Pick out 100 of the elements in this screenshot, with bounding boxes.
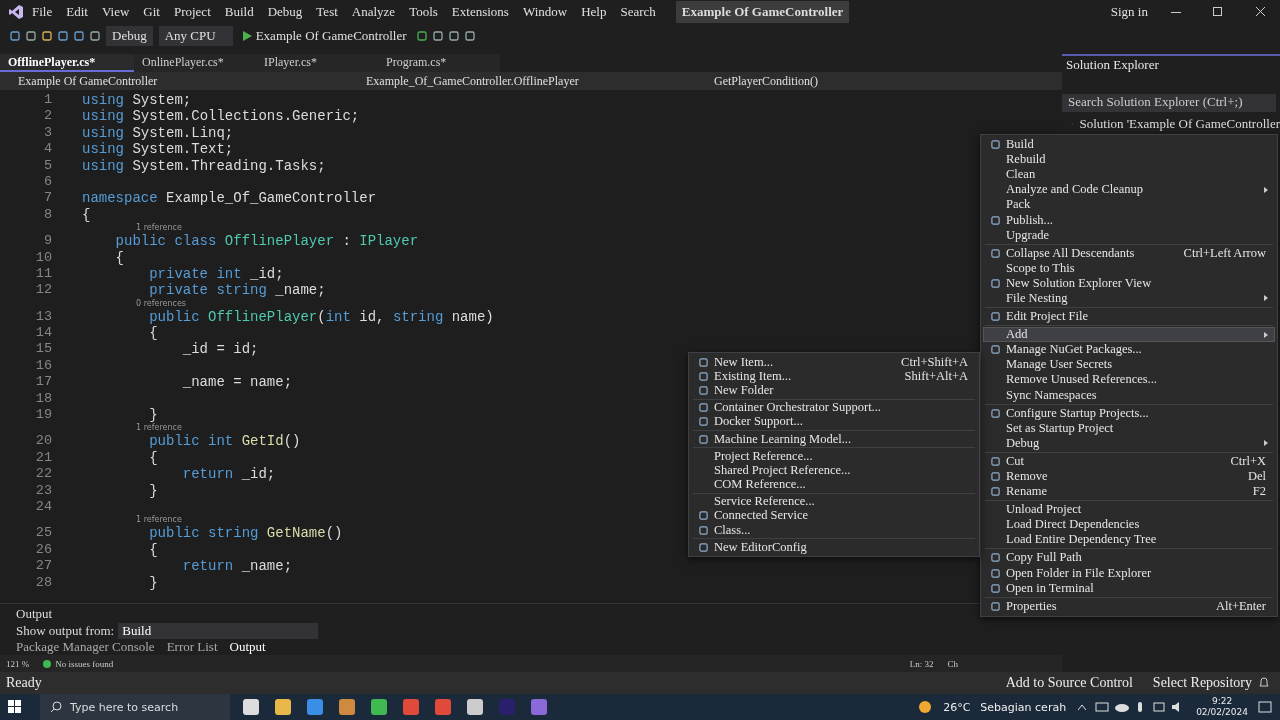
line-number: 23 (34, 482, 53, 499)
menu-item[interactable]: Open Folder in File Explorer (983, 565, 1275, 581)
menu-item[interactable]: Build (983, 137, 1275, 153)
clock[interactable]: 9:22 02/02/2024 (1196, 696, 1248, 718)
menu-item[interactable]: File Nesting (983, 290, 1275, 307)
menu-item[interactable]: View (95, 2, 136, 22)
editor-tab[interactable]: IPlayer.cs* (256, 54, 378, 72)
menu-item[interactable]: Shared Project Reference... (691, 463, 977, 478)
tree-item[interactable]: Solution 'Example Of GameController (1062, 114, 1280, 132)
menu-item[interactable]: New Folder (691, 383, 977, 398)
menu-item[interactable]: Set as Startup Project (983, 420, 1275, 436)
menu-item[interactable]: Unload Project (983, 502, 1275, 518)
start-button[interactable]: Example Of GameController (238, 26, 411, 46)
menu-item[interactable]: New Item... Ctrl+Shift+A (691, 355, 977, 370)
panel-tab[interactable]: Package Manager Console (12, 639, 159, 655)
menu-item[interactable]: Project (167, 2, 217, 22)
code-line: public string GetName() (148, 525, 343, 542)
menu-item[interactable]: Configure Startup Projects... (983, 405, 1275, 421)
menu-item[interactable]: Remove Unused References... (983, 372, 1275, 388)
code-line: using System; (81, 92, 192, 109)
menu-item[interactable]: Publish... (983, 212, 1275, 228)
bell-icon[interactable] (1258, 677, 1270, 689)
menu-item[interactable]: Window (516, 2, 574, 22)
panel-tab[interactable]: Error List (162, 639, 222, 655)
taskbar-app-icon[interactable] (240, 698, 262, 716)
menu-item[interactable]: Class... (691, 523, 977, 538)
menu-item[interactable]: Manage User Secrets (983, 357, 1275, 373)
menu-item[interactable]: Collapse All Descendants Ctrl+Left Arrow (983, 245, 1275, 261)
menu-item[interactable]: Git (137, 2, 166, 22)
taskbar-app-icon[interactable] (272, 698, 294, 716)
project-dropdown[interactable]: Example Of GameController (0, 73, 350, 89)
menu-item[interactable]: Project Reference... (691, 449, 977, 464)
menu-item[interactable]: Scope to This (983, 260, 1275, 276)
source-control-button[interactable]: Add to Source Control (1005, 675, 1133, 691)
code-line: _name = name; (181, 374, 293, 391)
type-dropdown[interactable]: Example_Of_GameController.OfflinePlayer (350, 73, 690, 89)
output-source-dropdown[interactable]: Build (118, 623, 319, 639)
menu-item[interactable]: Cut Ctrl+X (983, 453, 1275, 469)
issues-status[interactable]: No issues found (43, 658, 114, 669)
menu-item[interactable]: Analyze (345, 2, 402, 22)
menu-item[interactable]: Manage NuGet Packages... (983, 342, 1275, 358)
line-number: 5 (42, 157, 53, 174)
menu-item[interactable]: Analyze and Code Cleanup (983, 182, 1275, 198)
search-button[interactable]: Search (614, 2, 662, 22)
menu-item[interactable]: Load Direct Dependencies (983, 517, 1275, 533)
menu-item[interactable]: New EditorConfig (691, 540, 977, 555)
menu-item[interactable]: New Solution Explorer View (983, 275, 1275, 291)
menu-item[interactable]: Help (575, 2, 613, 22)
repository-button[interactable]: Select Repository (1152, 675, 1252, 691)
editor-tab[interactable]: OfflinePlayer.cs* (0, 54, 134, 72)
sign-in-link[interactable]: Sign in (1104, 2, 1154, 22)
configuration-dropdown[interactable]: Debug (106, 26, 153, 46)
menu-item[interactable]: Remove Del (983, 468, 1275, 485)
weather-text: Sebagian cerah (980, 700, 1067, 714)
play-icon (242, 31, 252, 41)
taskbar-app-icon[interactable] (304, 698, 326, 716)
search-field[interactable]: Search Solution Explorer (Ctrl+;) (1062, 94, 1276, 112)
line-number: 16 (34, 357, 53, 375)
menu-item[interactable]: Docker Support... (691, 414, 977, 429)
member-dropdown[interactable]: GetPlayerCondition() (690, 73, 990, 89)
menu-item[interactable]: Debug (261, 2, 309, 22)
menu-item[interactable]: Load Entire Dependency Tree (983, 532, 1275, 548)
code-line: using System.Linq; (81, 124, 234, 142)
menu-item[interactable]: Tools (403, 2, 444, 22)
menu-item[interactable]: Test (310, 2, 344, 22)
menu-item[interactable]: Rebuild (983, 152, 1275, 168)
menu-item[interactable]: Sync Namespaces (983, 387, 1275, 403)
line-number: 1 (42, 92, 53, 109)
platform-dropdown[interactable]: Any CPU (158, 26, 233, 46)
menu-item[interactable]: Extensions (445, 2, 515, 22)
menu-item[interactable]: Container Orchestrator Support... (691, 400, 977, 415)
menu-item[interactable]: Build (218, 2, 260, 22)
menu-item[interactable]: Existing Item... Shift+Alt+A (691, 369, 977, 384)
taskbar-app-icon[interactable] (368, 698, 390, 716)
menu-item[interactable]: Service Reference... (691, 494, 977, 509)
code-line: return _id; (181, 466, 276, 483)
menu-item[interactable]: Debug (983, 435, 1275, 451)
menu-item[interactable]: Pack (983, 197, 1275, 213)
zoom-level[interactable]: 121 % (6, 658, 30, 669)
menu-item[interactable]: Connected Service (691, 508, 977, 524)
menu-item[interactable]: Clean (983, 167, 1275, 183)
menu-item[interactable]: Properties Alt+Enter (983, 598, 1275, 614)
menu-item[interactable]: File (26, 2, 59, 22)
line-number: 19 (34, 407, 53, 424)
taskbar-app-icon[interactable] (464, 698, 486, 716)
taskbar-app-icon[interactable] (336, 698, 358, 716)
menu-item[interactable]: Rename F2 (983, 484, 1275, 500)
editor-tab[interactable]: Program.cs* (378, 54, 500, 72)
menu-item[interactable]: Add (983, 327, 1275, 343)
line-number: 17 (34, 374, 53, 391)
editor-tab[interactable]: OnlinePlayer.cs* (134, 54, 256, 72)
menu-item[interactable]: Edit (60, 2, 94, 22)
menu-item[interactable]: Open in Terminal (983, 580, 1275, 596)
menu-item[interactable]: Upgrade (983, 227, 1275, 243)
code-line: using System.Threading.Tasks; (81, 157, 326, 174)
taskbar-search-field[interactable]: Type here to search (40, 694, 230, 720)
menu-item[interactable]: Machine Learning Model... (691, 431, 977, 447)
menu-item[interactable]: COM Reference... (691, 477, 977, 492)
menu-item[interactable]: Edit Project File (983, 309, 1275, 325)
menu-item[interactable]: Copy Full Path (983, 550, 1275, 566)
